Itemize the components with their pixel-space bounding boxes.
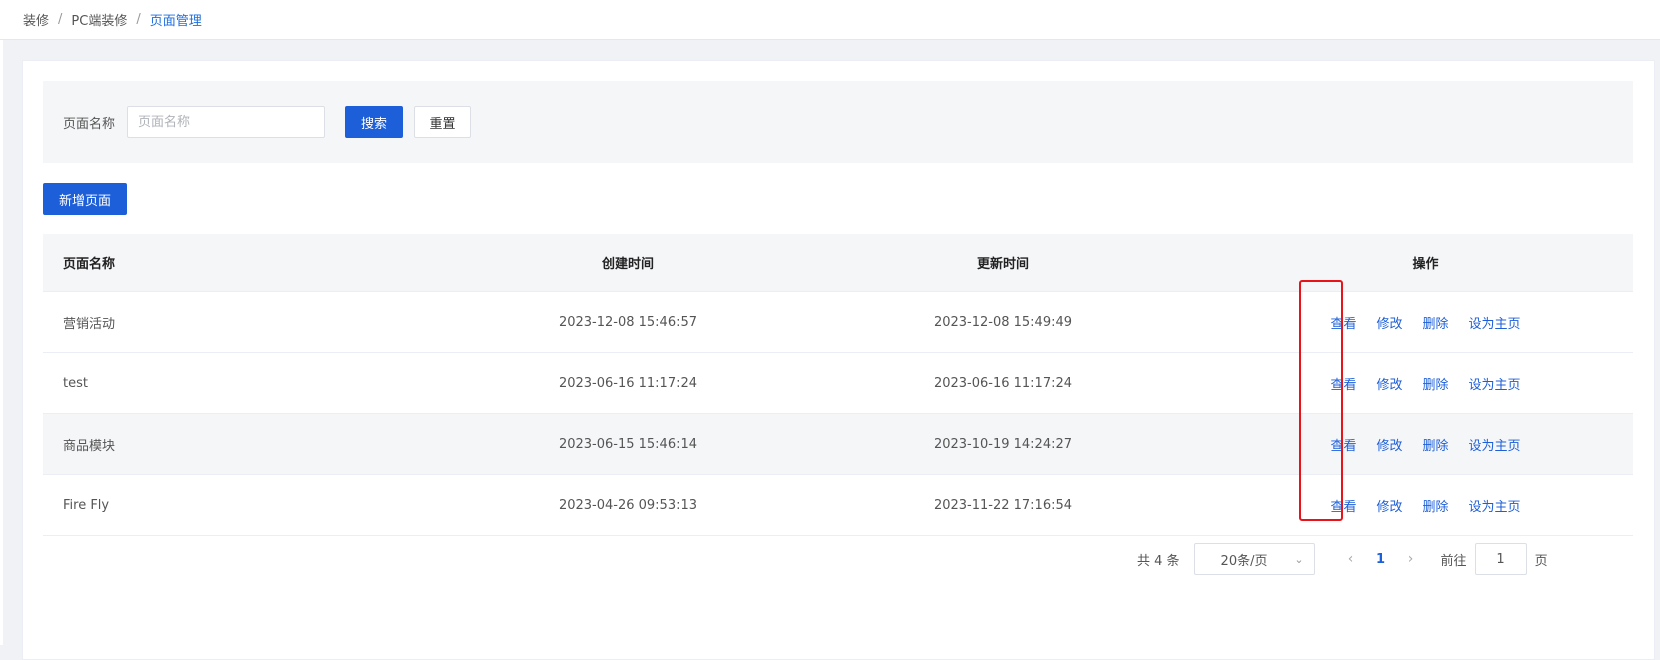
goto-label: 前往 [1440, 553, 1467, 569]
search-label: 页面名称 [63, 116, 116, 132]
breadcrumb-separator: / [58, 12, 63, 27]
breadcrumb: 装修 / PC端装修 / 页面管理 [0, 0, 1660, 40]
table-row: Fire Fly 2023-04-26 09:53:13 2023-11-22 … [43, 475, 1633, 536]
cell-created: 2023-06-16 11:17:24 [558, 375, 698, 391]
edit-link[interactable]: 修改 [1376, 435, 1402, 454]
reset-button[interactable]: 重置 [414, 106, 472, 138]
breadcrumb-item-decoration[interactable]: 装修 [23, 10, 49, 29]
page-size-value: 20条/页 [1220, 553, 1268, 569]
delete-link[interactable]: 删除 [1423, 496, 1449, 515]
total-count: 共 4 条 [1137, 553, 1180, 569]
cell-updated: 2023-12-08 15:49:49 [933, 314, 1073, 330]
view-link[interactable]: 查看 [1330, 374, 1356, 393]
row-actions: 查看 修改 删除 设为主页 [1188, 374, 1633, 393]
goto-page-input[interactable] [1474, 543, 1527, 575]
row-actions: 查看 修改 删除 设为主页 [1188, 435, 1633, 454]
chevron-left-icon[interactable]: ‹ [1337, 551, 1365, 567]
table-row: 商品模块 2023-06-15 15:46:14 2023-10-19 14:2… [43, 414, 1633, 475]
column-header-name: 页面名称 [63, 257, 116, 272]
cell-updated: 2023-06-16 11:17:24 [933, 375, 1073, 391]
table-header: 页面名称 创建时间 更新时间 操作 [43, 234, 1633, 292]
column-header-created: 创建时间 [601, 257, 654, 272]
view-link[interactable]: 查看 [1330, 313, 1356, 332]
cell-page-name: Fire Fly [63, 497, 110, 513]
edit-link[interactable]: 修改 [1376, 313, 1402, 332]
cell-updated: 2023-10-19 14:24:27 [933, 436, 1073, 452]
cell-updated: 2023-11-22 17:16:54 [933, 497, 1073, 513]
cell-created: 2023-06-15 15:46:14 [558, 436, 698, 452]
view-link[interactable]: 查看 [1330, 435, 1356, 454]
pagination: 共 4 条 20条/页 ⌄ ‹ 1 › 前往 页 [1137, 543, 1548, 575]
cell-page-name: test [63, 375, 88, 391]
row-actions: 查看 修改 删除 设为主页 [1188, 313, 1633, 332]
set-home-link[interactable]: 设为主页 [1469, 435, 1521, 454]
table-row: 营销活动 2023-12-08 15:46:57 2023-12-08 15:4… [43, 292, 1633, 353]
cell-created: 2023-04-26 09:53:13 [558, 497, 698, 513]
set-home-link[interactable]: 设为主页 [1469, 374, 1521, 393]
pages-table: 页面名称 创建时间 更新时间 操作 营销活动 2023-12-08 15:46:… [43, 234, 1633, 536]
edit-link[interactable]: 修改 [1376, 496, 1402, 515]
chevron-right-icon[interactable]: › [1397, 551, 1425, 567]
breadcrumb-item-pc-decoration[interactable]: PC端装修 [71, 10, 127, 29]
chevron-down-icon: ⌄ [1294, 552, 1304, 566]
breadcrumb-separator: / [136, 12, 141, 27]
sidebar-edge [0, 40, 3, 645]
row-actions: 查看 修改 删除 设为主页 [1188, 496, 1633, 515]
set-home-link[interactable]: 设为主页 [1469, 496, 1521, 515]
add-page-button[interactable]: 新增页面 [43, 183, 127, 215]
page-size-select[interactable]: 20条/页 ⌄ [1193, 543, 1315, 575]
search-panel: 页面名称 搜索 重置 [43, 81, 1633, 163]
breadcrumb-item-page-management: 页面管理 [149, 14, 202, 29]
set-home-link[interactable]: 设为主页 [1469, 313, 1521, 332]
delete-link[interactable]: 删除 [1423, 313, 1449, 332]
search-button[interactable]: 搜索 [345, 106, 404, 138]
cell-page-name: 商品模块 [63, 438, 116, 454]
table-row: test 2023-06-16 11:17:24 2023-06-16 11:1… [43, 353, 1633, 414]
page-name-input[interactable] [127, 106, 326, 138]
column-header-updated: 更新时间 [976, 257, 1029, 272]
column-header-actions: 操作 [1412, 257, 1439, 272]
view-link[interactable]: 查看 [1330, 496, 1356, 515]
delete-link[interactable]: 删除 [1423, 435, 1449, 454]
cell-created: 2023-12-08 15:46:57 [558, 314, 698, 330]
cell-page-name: 营销活动 [63, 316, 116, 332]
page-suffix: 页 [1534, 553, 1548, 569]
delete-link[interactable]: 删除 [1423, 374, 1449, 393]
edit-link[interactable]: 修改 [1376, 374, 1402, 393]
page-number-current[interactable]: 1 [1365, 552, 1397, 567]
